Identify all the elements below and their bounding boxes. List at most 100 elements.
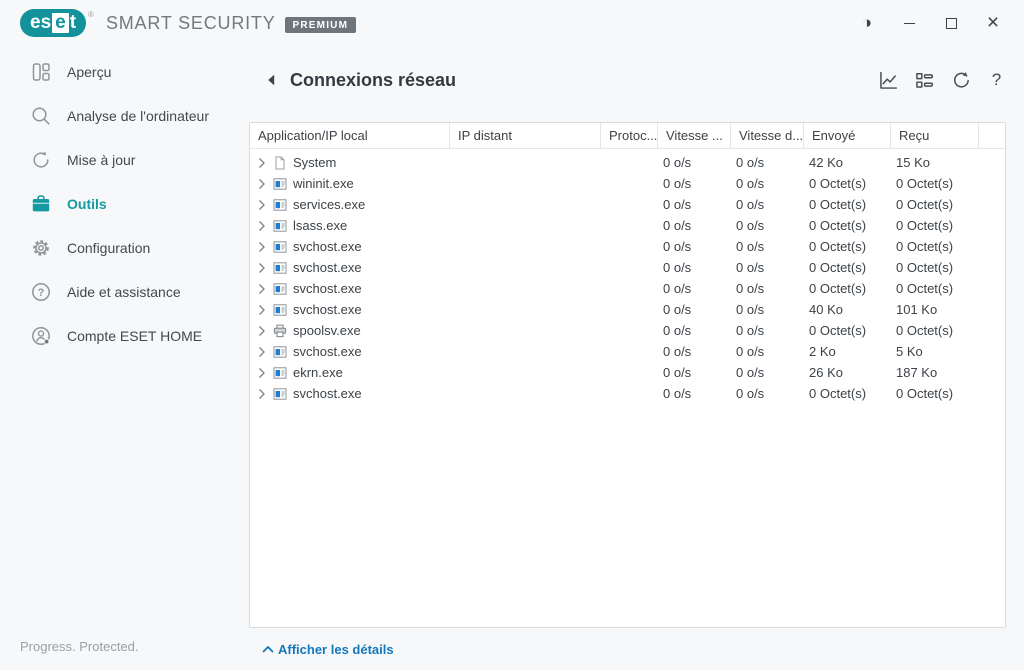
table-row[interactable]: lsass.exe0 o/s0 o/s0 Octet(s)0 Octet(s): [250, 215, 1005, 236]
expand-chevron-icon[interactable]: [258, 178, 267, 190]
logo-text-boxed: e: [52, 13, 69, 33]
expand-chevron-icon[interactable]: [258, 199, 267, 211]
table-row[interactable]: spoolsv.exe0 o/s0 o/s0 Octet(s)0 Octet(s…: [250, 320, 1005, 341]
theme-toggle-icon[interactable]: ◑: [846, 7, 888, 39]
premium-badge: PREMIUM: [285, 17, 357, 33]
maximize-icon[interactable]: [930, 7, 972, 39]
back-arrow-icon[interactable]: [267, 74, 281, 86]
envoye-cell: 0 Octet(s): [803, 281, 890, 296]
process-name: lsass.exe: [293, 218, 347, 233]
process-name: svchost.exe: [293, 281, 362, 296]
table-row[interactable]: ekrn.exe0 o/s0 o/s26 Ko187 Ko: [250, 362, 1005, 383]
logo-text-left: es: [30, 12, 51, 34]
sidebar-item-update[interactable]: Mise à jour: [0, 138, 248, 182]
minimize-icon[interactable]: [888, 7, 930, 39]
show-details-label: Afficher les détails: [278, 642, 394, 657]
sidebar-item-setup[interactable]: Configuration: [0, 226, 248, 270]
sidebar-item-label: Analyse de l'ordinateur: [67, 108, 209, 124]
expand-chevron-icon[interactable]: [258, 220, 267, 232]
column-header-5[interactable]: Envoyé: [803, 123, 890, 148]
vitesse-2-cell: 0 o/s: [730, 239, 803, 254]
process-name: wininit.exe: [293, 176, 354, 191]
expand-chevron-icon[interactable]: [258, 304, 267, 316]
process-name: services.exe: [293, 197, 365, 212]
table-row[interactable]: svchost.exe0 o/s0 o/s0 Octet(s)0 Octet(s…: [250, 257, 1005, 278]
application-cell: svchost.exe: [250, 260, 449, 275]
expand-chevron-icon[interactable]: [258, 241, 267, 253]
overview-icon: [30, 61, 52, 83]
table-row[interactable]: svchost.exe0 o/s0 o/s0 Octet(s)0 Octet(s…: [250, 278, 1005, 299]
expand-chevron-icon[interactable]: [258, 367, 267, 379]
expand-chevron-icon[interactable]: [258, 388, 267, 400]
recu-cell: 187 Ko: [890, 365, 978, 380]
sidebar-item-eset-home-account[interactable]: Compte ESET HOME: [0, 314, 248, 358]
app-icon: [273, 366, 288, 380]
vitesse-1-cell: 0 o/s: [657, 176, 730, 191]
table-row[interactable]: svchost.exe0 o/s0 o/s40 Ko101 Ko: [250, 299, 1005, 320]
app-icon: [273, 177, 288, 191]
page-actions: ?: [877, 69, 1008, 92]
column-header-1[interactable]: IP distant: [449, 123, 600, 148]
status-tagline: Progress. Protected.: [20, 639, 139, 654]
expand-chevron-icon[interactable]: [258, 283, 267, 295]
vitesse-2-cell: 0 o/s: [730, 218, 803, 233]
vitesse-1-cell: 0 o/s: [657, 386, 730, 401]
product-name: SMART SECURITY: [106, 13, 276, 34]
account-icon: [30, 325, 52, 347]
expand-chevron-icon[interactable]: [258, 346, 267, 358]
sidebar-item-tools[interactable]: Outils: [0, 182, 248, 226]
table-row[interactable]: svchost.exe0 o/s0 o/s2 Ko5 Ko: [250, 341, 1005, 362]
recu-cell: 0 Octet(s): [890, 239, 978, 254]
table-row[interactable]: wininit.exe0 o/s0 o/s0 Octet(s)0 Octet(s…: [250, 173, 1005, 194]
envoye-cell: 0 Octet(s): [803, 218, 890, 233]
envoye-cell: 2 Ko: [803, 344, 890, 359]
column-header-3[interactable]: Vitesse ...: [657, 123, 730, 148]
recu-cell: 5 Ko: [890, 344, 978, 359]
column-header-2[interactable]: Protoc...: [600, 123, 657, 148]
app-icon: [273, 261, 288, 275]
activity-chart-icon[interactable]: [877, 69, 900, 92]
vitesse-1-cell: 0 o/s: [657, 197, 730, 212]
sidebar-item-help[interactable]: ? Aide et assistance: [0, 270, 248, 314]
table-row[interactable]: services.exe0 o/s0 o/s0 Octet(s)0 Octet(…: [250, 194, 1005, 215]
vitesse-1-cell: 0 o/s: [657, 155, 730, 170]
tools-icon: [30, 193, 52, 215]
column-header-7[interactable]: [978, 123, 1005, 148]
app-icon: [273, 219, 288, 233]
process-name: ekrn.exe: [293, 365, 343, 380]
table-row[interactable]: System0 o/s0 o/s42 Ko15 Ko: [250, 152, 1005, 173]
app-icon: [273, 345, 288, 359]
computer-scan-icon: [30, 105, 52, 127]
column-header-4[interactable]: Vitesse d...: [730, 123, 803, 148]
help-icon[interactable]: ?: [985, 69, 1008, 92]
connections-table: Application/IP localIP distantProtoc...V…: [249, 122, 1006, 628]
registered-mark: ®: [88, 10, 94, 19]
expand-chevron-icon[interactable]: [258, 325, 267, 337]
table-row[interactable]: svchost.exe0 o/s0 o/s0 Octet(s)0 Octet(s…: [250, 383, 1005, 404]
vitesse-2-cell: 0 o/s: [730, 260, 803, 275]
sidebar-item-overview[interactable]: Aperçu: [0, 50, 248, 94]
show-details-toggle[interactable]: Afficher les détails: [262, 642, 394, 657]
update-icon: [30, 149, 52, 171]
application-cell: spoolsv.exe: [250, 323, 449, 338]
app-icon: [273, 240, 288, 254]
expand-chevron-icon[interactable]: [258, 262, 267, 274]
expand-chevron-icon[interactable]: [258, 157, 267, 169]
vitesse-2-cell: 0 o/s: [730, 365, 803, 380]
table-header-row: Application/IP localIP distantProtoc...V…: [250, 123, 1005, 149]
envoye-cell: 0 Octet(s): [803, 386, 890, 401]
application-cell: services.exe: [250, 197, 449, 212]
table-body: System0 o/s0 o/s42 Ko15 Kowininit.exe0 o…: [250, 149, 1005, 404]
envoye-cell: 42 Ko: [803, 155, 890, 170]
sidebar-item-label: Configuration: [67, 240, 150, 256]
column-header-0[interactable]: Application/IP local: [250, 123, 449, 148]
close-icon[interactable]: ×: [972, 7, 1014, 39]
refresh-icon[interactable]: [949, 69, 972, 92]
table-row[interactable]: svchost.exe0 o/s0 o/s0 Octet(s)0 Octet(s…: [250, 236, 1005, 257]
app-icon: [273, 198, 288, 212]
column-header-6[interactable]: Reçu: [890, 123, 978, 148]
sidebar-item-computer-scan[interactable]: Analyse de l'ordinateur: [0, 94, 248, 138]
details-view-icon[interactable]: [913, 69, 936, 92]
process-name: svchost.exe: [293, 386, 362, 401]
svg-text:?: ?: [38, 287, 45, 299]
